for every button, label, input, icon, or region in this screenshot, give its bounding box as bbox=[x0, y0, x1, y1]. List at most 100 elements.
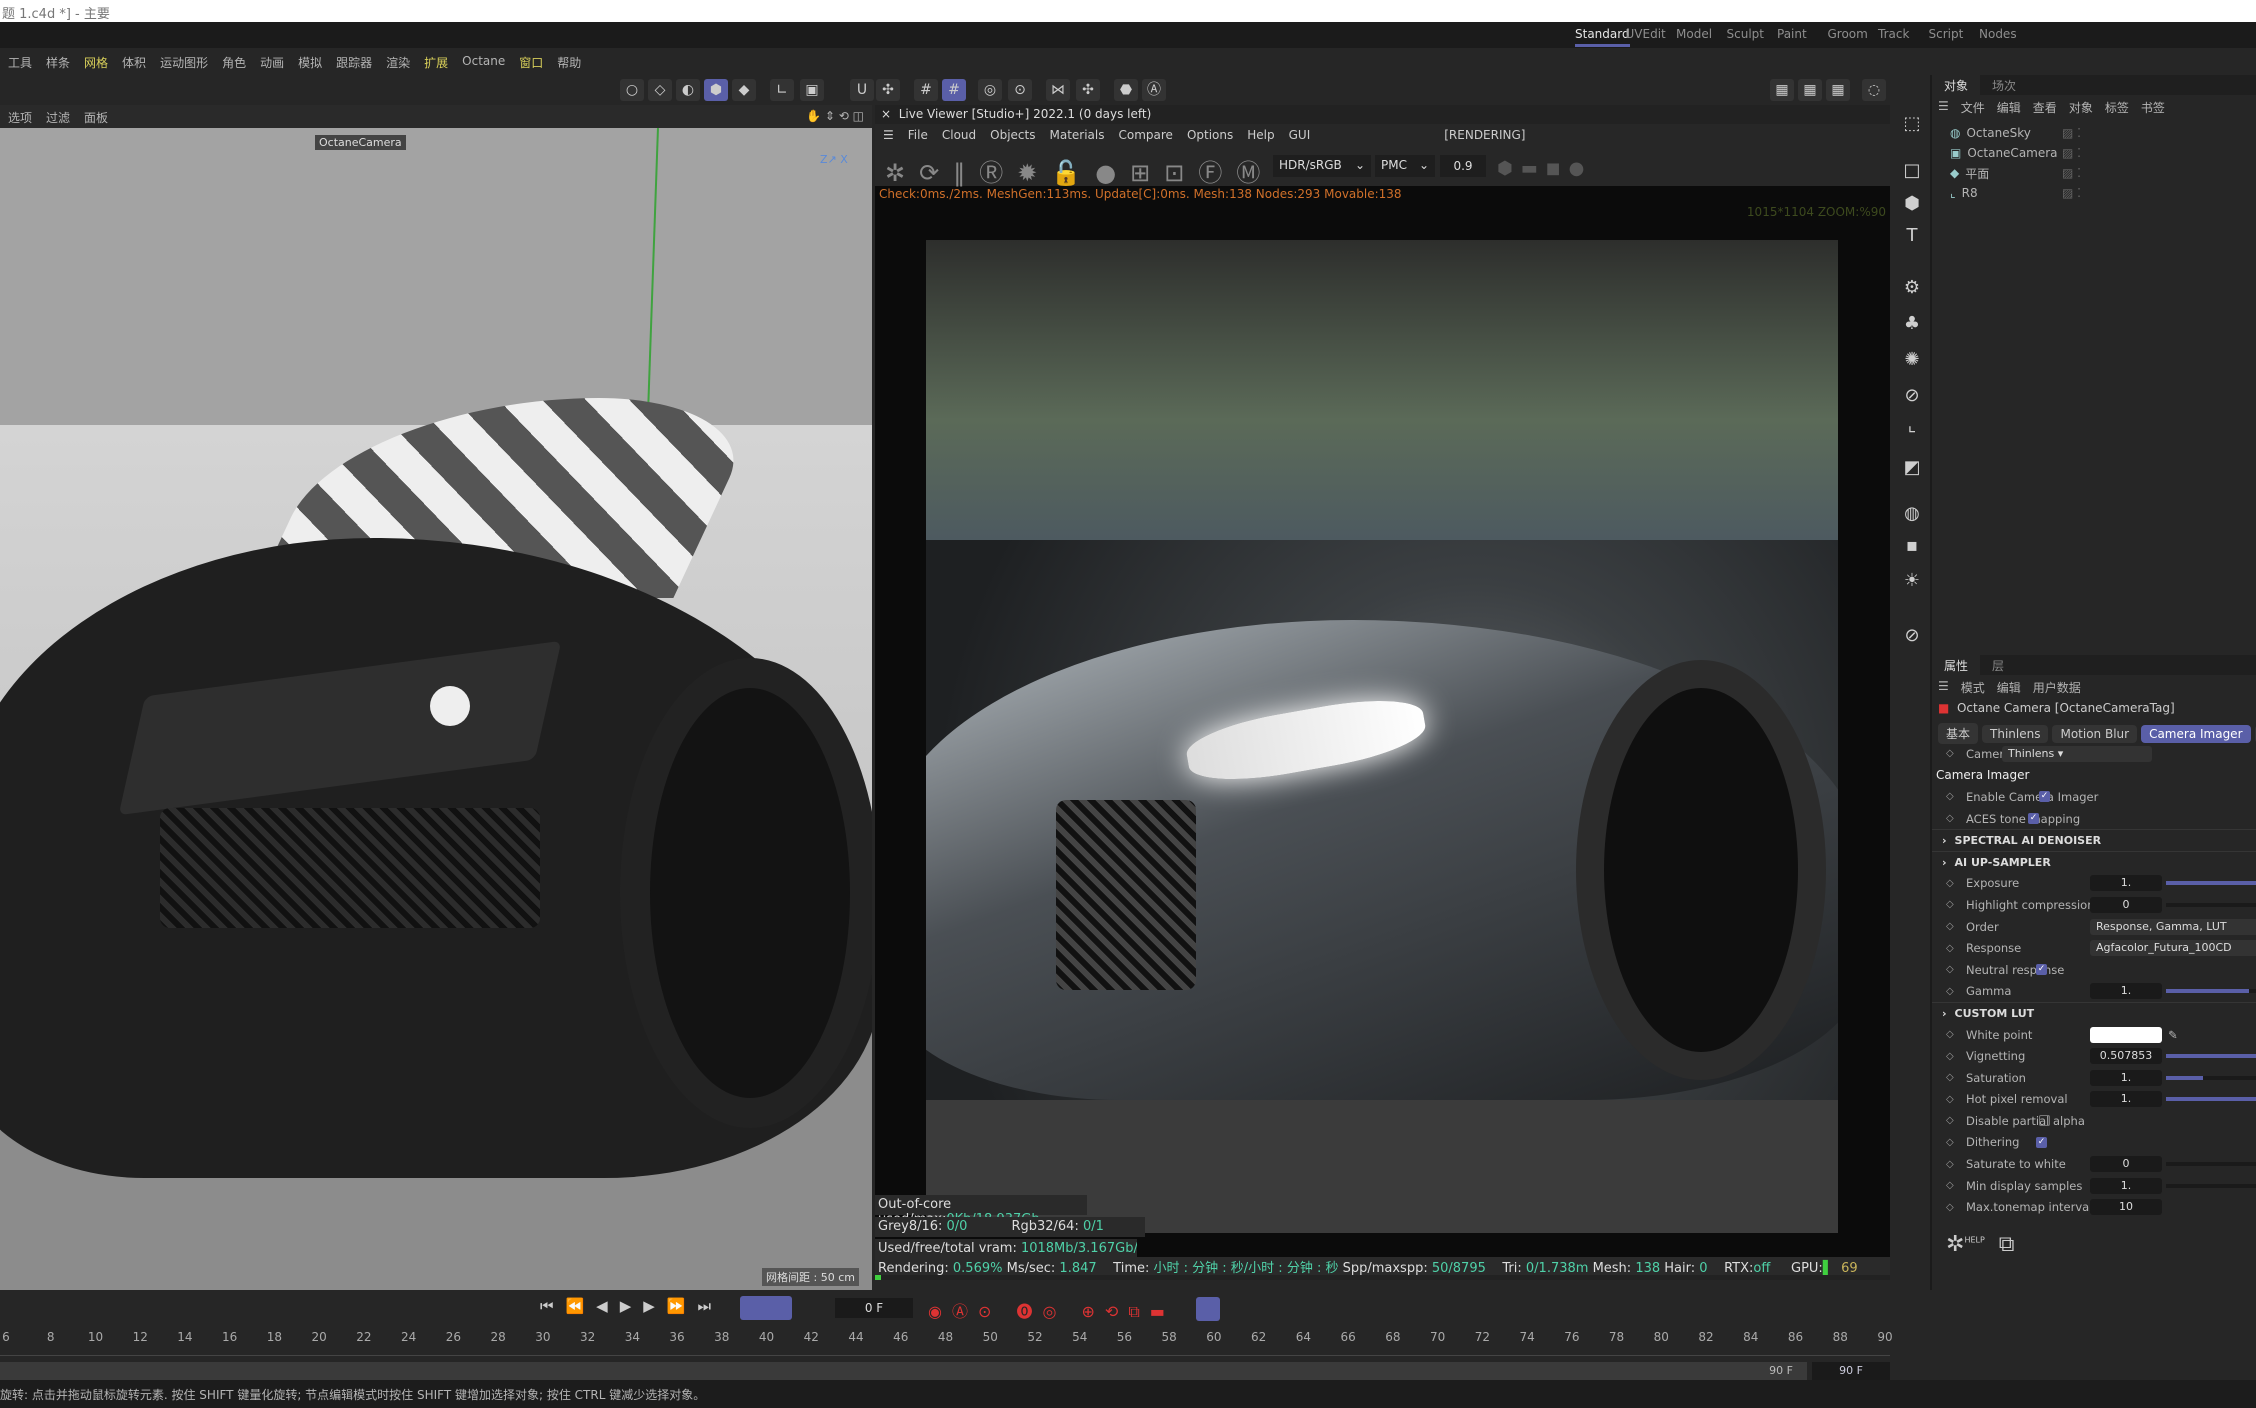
menu-item[interactable]: 动画 bbox=[260, 54, 284, 70]
atom-icon[interactable]: ✺ bbox=[1901, 349, 1923, 371]
layout-tab-groom[interactable]: Groom bbox=[1828, 27, 1868, 41]
viewport-3d[interactable]: OctaneCamera Z↗ X 网格间距 : 50 cm bbox=[0, 128, 872, 1290]
toolbar-button[interactable]: ⋈ bbox=[1046, 79, 1070, 101]
sky-icon[interactable]: ◍ bbox=[1901, 503, 1923, 525]
viewport-menu-item[interactable]: 过滤 bbox=[46, 109, 70, 125]
neutral-response-checkbox[interactable]: ✓ bbox=[2036, 964, 2047, 976]
viewport-menu-item[interactable]: 选项 bbox=[8, 109, 32, 125]
lv-menu-item[interactable]: Objects bbox=[990, 128, 1035, 143]
record-controls[interactable]: ◉Ⓐ⊙ ⓿◎ ⊕⟲⧉▬ bbox=[928, 1298, 1175, 1322]
panel-menu-item[interactable]: 用户数据 bbox=[2033, 679, 2081, 695]
value-field[interactable]: 0.9 bbox=[1440, 155, 1486, 177]
max-tonemap-interval-field[interactable]: 10 bbox=[2090, 1199, 2162, 1216]
panel-menu-item[interactable]: 编辑 bbox=[1997, 679, 2021, 695]
cursor-icon[interactable]: ⬚ bbox=[1901, 113, 1923, 135]
chevron-right-icon[interactable]: › bbox=[1942, 856, 1947, 869]
color-space-select[interactable]: HDR/sRGB ⌄ bbox=[1273, 155, 1371, 177]
menu-item[interactable]: Octane bbox=[462, 54, 505, 69]
menu-item[interactable]: 角色 bbox=[222, 54, 246, 70]
viewport-menu-item[interactable]: 面板 bbox=[84, 109, 108, 125]
layout-tab-standard[interactable]: Standard bbox=[1575, 27, 1630, 47]
subtab-thinlens[interactable]: Thinlens bbox=[1982, 725, 2049, 743]
playback-controls[interactable]: ⏮⏪◀▶▶⏩⏭ bbox=[540, 1297, 723, 1315]
toolbar-button[interactable]: ⬢ bbox=[704, 79, 728, 101]
object-row[interactable]: ▣ OctaneCamera ▨ ⁚ bbox=[1932, 143, 2256, 163]
aces-tone-mapping-checkbox[interactable]: ✓ bbox=[2028, 813, 2039, 825]
lv-menu-item[interactable]: Options bbox=[1187, 128, 1233, 143]
pen-icon[interactable]: ⊘ bbox=[1901, 625, 1923, 647]
menu-item[interactable]: 扩展 bbox=[424, 54, 448, 70]
camera-icon[interactable]: ▪ bbox=[1901, 535, 1923, 557]
menu-item[interactable]: 体积 bbox=[122, 54, 146, 70]
eyedropper-icon[interactable]: ✎ bbox=[2168, 1028, 2178, 1042]
light-icon[interactable]: ☀ bbox=[1901, 570, 1923, 592]
response-field[interactable]: Agfacolor_Futura_100CD bbox=[2090, 940, 2256, 957]
panel-menu-item[interactable]: 编辑 bbox=[1997, 99, 2021, 115]
loop-toggle[interactable] bbox=[740, 1296, 792, 1320]
toolbar-button[interactable]: U bbox=[850, 79, 874, 101]
vignetting-field[interactable]: 0.507853 bbox=[2090, 1048, 2162, 1065]
hot-pixel-removal-slider[interactable] bbox=[2166, 1097, 2256, 1102]
keyframe-diamond-icon[interactable]: ◇ bbox=[1946, 921, 1958, 932]
toolbar-button[interactable]: ∟ bbox=[770, 79, 794, 101]
subtab-camera-imager[interactable]: Camera Imager bbox=[2141, 725, 2251, 743]
keyframe-diamond-icon[interactable]: ◇ bbox=[1946, 1051, 1958, 1062]
key-toggle[interactable] bbox=[1196, 1297, 1220, 1321]
tree-icon[interactable]: ♣ bbox=[1901, 313, 1923, 335]
panel-tab[interactable]: 场次 bbox=[1980, 75, 2028, 95]
toolbar-button[interactable]: Ⓐ bbox=[1142, 79, 1166, 101]
panel-menu-item[interactable]: 标签 bbox=[2105, 99, 2129, 115]
menu-item[interactable]: 模拟 bbox=[298, 54, 322, 70]
keyframe-diamond-icon[interactable]: ◇ bbox=[1946, 1202, 1958, 1213]
toolbar-button[interactable]: ◆ bbox=[732, 79, 756, 101]
disable-partial-alpha-checkbox[interactable] bbox=[2039, 1115, 2050, 1127]
toolbar-button[interactable]: ✣ bbox=[1076, 79, 1100, 101]
current-frame-field[interactable]: 0 F bbox=[835, 1298, 913, 1318]
keyframe-diamond-icon[interactable]: ◇ bbox=[1946, 813, 1958, 824]
min-display-samples-slider[interactable] bbox=[2166, 1183, 2256, 1188]
panel-menu-item[interactable]: 查看 bbox=[2033, 99, 2057, 115]
menu-item[interactable]: 样条 bbox=[46, 54, 70, 70]
section-label[interactable]: CUSTOM LUT bbox=[1955, 1007, 2035, 1020]
deformer-icon[interactable]: ⊘ bbox=[1901, 385, 1923, 407]
visibility-toggle[interactable]: ▨ ⁚ bbox=[2062, 146, 2081, 160]
toolbar-button[interactable]: ▦ bbox=[1798, 79, 1822, 101]
highlight-compression-slider[interactable] bbox=[2166, 902, 2256, 907]
kernel-select[interactable]: PMC ⌄ bbox=[1375, 155, 1435, 177]
toolbar-button[interactable]: ◌ bbox=[1862, 79, 1886, 101]
max-frame-field[interactable]: 90 F bbox=[1812, 1362, 1890, 1380]
object-row[interactable]: ◍ OctaneSky ▨ ⁚ bbox=[1932, 123, 2256, 143]
view-navigation-icons[interactable]: ✋ ⇕ ⟲ ◫ bbox=[806, 109, 864, 124]
toolbar-button[interactable]: ◇ bbox=[648, 79, 672, 101]
lv-menu-item[interactable]: Cloud bbox=[942, 128, 976, 143]
chevron-right-icon[interactable]: › bbox=[1942, 834, 1947, 847]
panel-tab[interactable]: 层 bbox=[1980, 655, 2016, 675]
keyframe-diamond-icon[interactable]: ◇ bbox=[1946, 1094, 1958, 1105]
layout-tab-script[interactable]: Script bbox=[1929, 27, 1964, 41]
enable-camera-imager-checkbox[interactable]: ✓ bbox=[2039, 791, 2050, 803]
toolbar-button[interactable]: # bbox=[914, 79, 938, 101]
gamma-slider[interactable] bbox=[2166, 989, 2256, 994]
saturate-to-white-slider[interactable] bbox=[2166, 1162, 2256, 1167]
panel-menu-item[interactable]: 书签 bbox=[2141, 99, 2165, 115]
chevron-right-icon[interactable]: › bbox=[1942, 1007, 1947, 1020]
saturate-to-white-field[interactable]: 0 bbox=[2090, 1156, 2162, 1173]
range-slider[interactable]: 90 F bbox=[0, 1362, 1807, 1380]
menu-item[interactable]: 网格 bbox=[84, 54, 108, 70]
layout-tab-sculpt[interactable]: Sculpt bbox=[1727, 27, 1764, 41]
subtab-motion-blur[interactable]: Motion Blur bbox=[2052, 725, 2138, 743]
toolbar-button[interactable]: ▦ bbox=[1770, 79, 1794, 101]
extra-icons[interactable]: ⬢▬◼● bbox=[1497, 158, 1592, 179]
toolbar-button[interactable]: ▦ bbox=[1826, 79, 1850, 101]
gamma-field[interactable]: 1. bbox=[2090, 983, 2162, 1000]
keyframe-diamond-icon[interactable]: ◇ bbox=[1946, 1137, 1958, 1148]
layout-tab-paint[interactable]: Paint bbox=[1777, 27, 1807, 41]
object-row[interactable]: ◆ 平面 ▨ ⁚ bbox=[1932, 163, 2256, 183]
polygon-icon[interactable]: ◩ bbox=[1901, 457, 1923, 479]
menu-item[interactable]: 运动图形 bbox=[160, 54, 208, 70]
visibility-toggle[interactable]: ▨ ⁚ bbox=[2062, 126, 2081, 140]
min-display-samples-field[interactable]: 1. bbox=[2090, 1177, 2162, 1194]
object-row[interactable]: ⌞ R8 ▨ ⁚ bbox=[1932, 183, 2256, 203]
dithering-checkbox[interactable]: ✓ bbox=[2036, 1136, 2047, 1148]
exposure-field[interactable]: 1. bbox=[2090, 875, 2162, 892]
